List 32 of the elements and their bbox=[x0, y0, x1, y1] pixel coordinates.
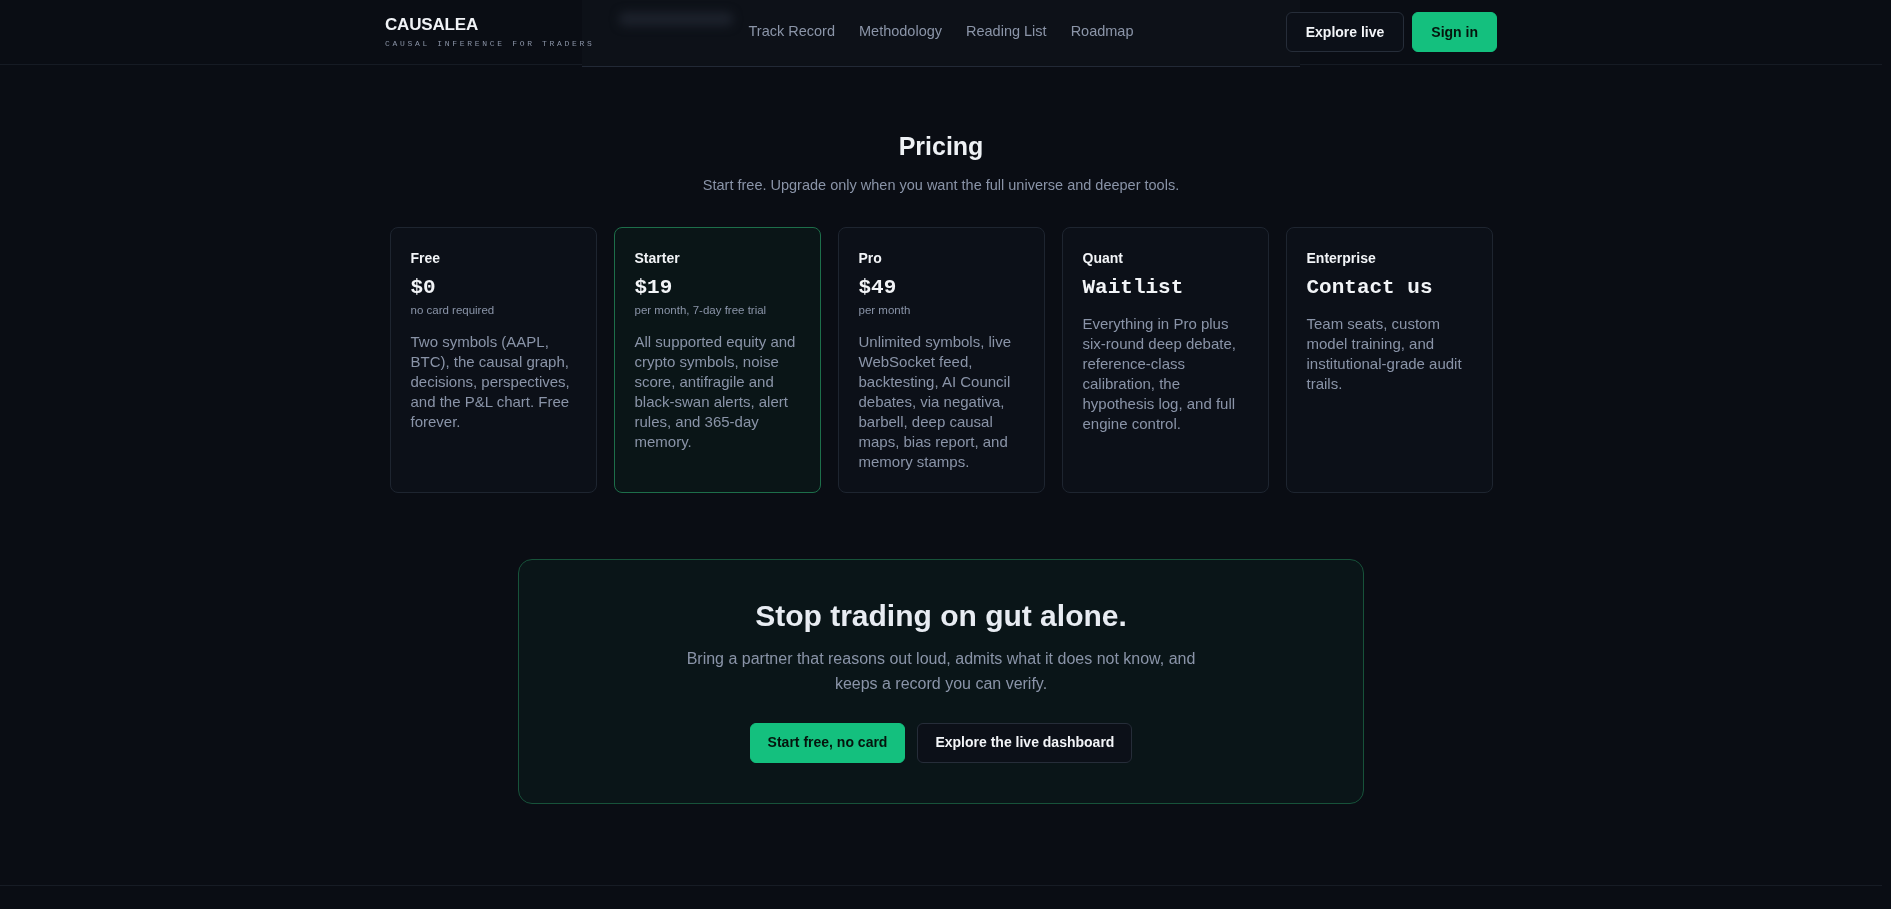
cta-title: Stop trading on gut alone. bbox=[754, 597, 1128, 634]
plan-price: $49 bbox=[858, 274, 898, 300]
plan-description: Everything in Pro plus six-round deep debate, reference-class calibration, the hypothesis log, and full engine control. bbox=[1082, 313, 1237, 434]
plan-price: Contact us bbox=[1306, 274, 1434, 300]
start-free-button[interactable]: Start free, no card bbox=[749, 722, 906, 763]
plan-name: Enterprise bbox=[1306, 249, 1377, 267]
plan-description: Team seats, custom model training, and institutional-grade audit trails. bbox=[1306, 313, 1463, 394]
brand-tagline: CAUSAL INFERENCE FOR TRADERS bbox=[385, 40, 595, 49]
cta-text: Bring a partner that reasons out loud, admits what it does not know, and keeps a record you can verify. bbox=[685, 648, 1197, 694]
plan-name: Pro bbox=[858, 249, 883, 267]
plan-name: Starter bbox=[634, 249, 681, 267]
plan-description: Two symbols (AAPL, BTC), the causal graph, decisions, perspectives, and the P&L chart. Free forever. bbox=[410, 331, 571, 432]
explore-button[interactable]: Explore live bbox=[1285, 12, 1405, 52]
plan-note: per month, 7-day free trial bbox=[634, 302, 768, 318]
sign-in-button[interactable]: Sign in bbox=[1412, 12, 1497, 52]
plan-name: Quant bbox=[1082, 249, 1124, 267]
nav-link[interactable]: Track Record bbox=[748, 21, 835, 43]
plan-description: Unlimited symbols, live WebSocket feed, backtesting, AI Council debates, via negativa, barbell, deep causal maps, bias report, and memory stamps. bbox=[858, 331, 1013, 472]
plan-note: per month bbox=[858, 302, 912, 318]
plan-description: All supported equity and crypto symbols, noise score, antifragile and black-swan alerts, alert rules, and 365-day memory. bbox=[634, 331, 797, 452]
section-title: Pricing bbox=[897, 131, 985, 161]
nav-link[interactable]: Roadmap bbox=[1070, 21, 1134, 43]
dashboard-button[interactable]: Explore the live dashboard bbox=[917, 722, 1133, 763]
nav-link[interactable]: Methodology bbox=[859, 21, 942, 43]
plan-name: Free bbox=[410, 249, 442, 267]
plan-price: $19 bbox=[634, 274, 674, 300]
plan-price: Waitlist bbox=[1082, 274, 1185, 300]
plan-note: no card required bbox=[410, 302, 496, 318]
nav-link[interactable]: Reading List bbox=[966, 21, 1047, 43]
section-subtitle: Start free. Upgrade only when you want the full universe and deeper tools. bbox=[701, 176, 1181, 195]
plan-price: $0 bbox=[410, 274, 437, 300]
brand-name[interactable]: CAUSALEA bbox=[385, 15, 479, 35]
